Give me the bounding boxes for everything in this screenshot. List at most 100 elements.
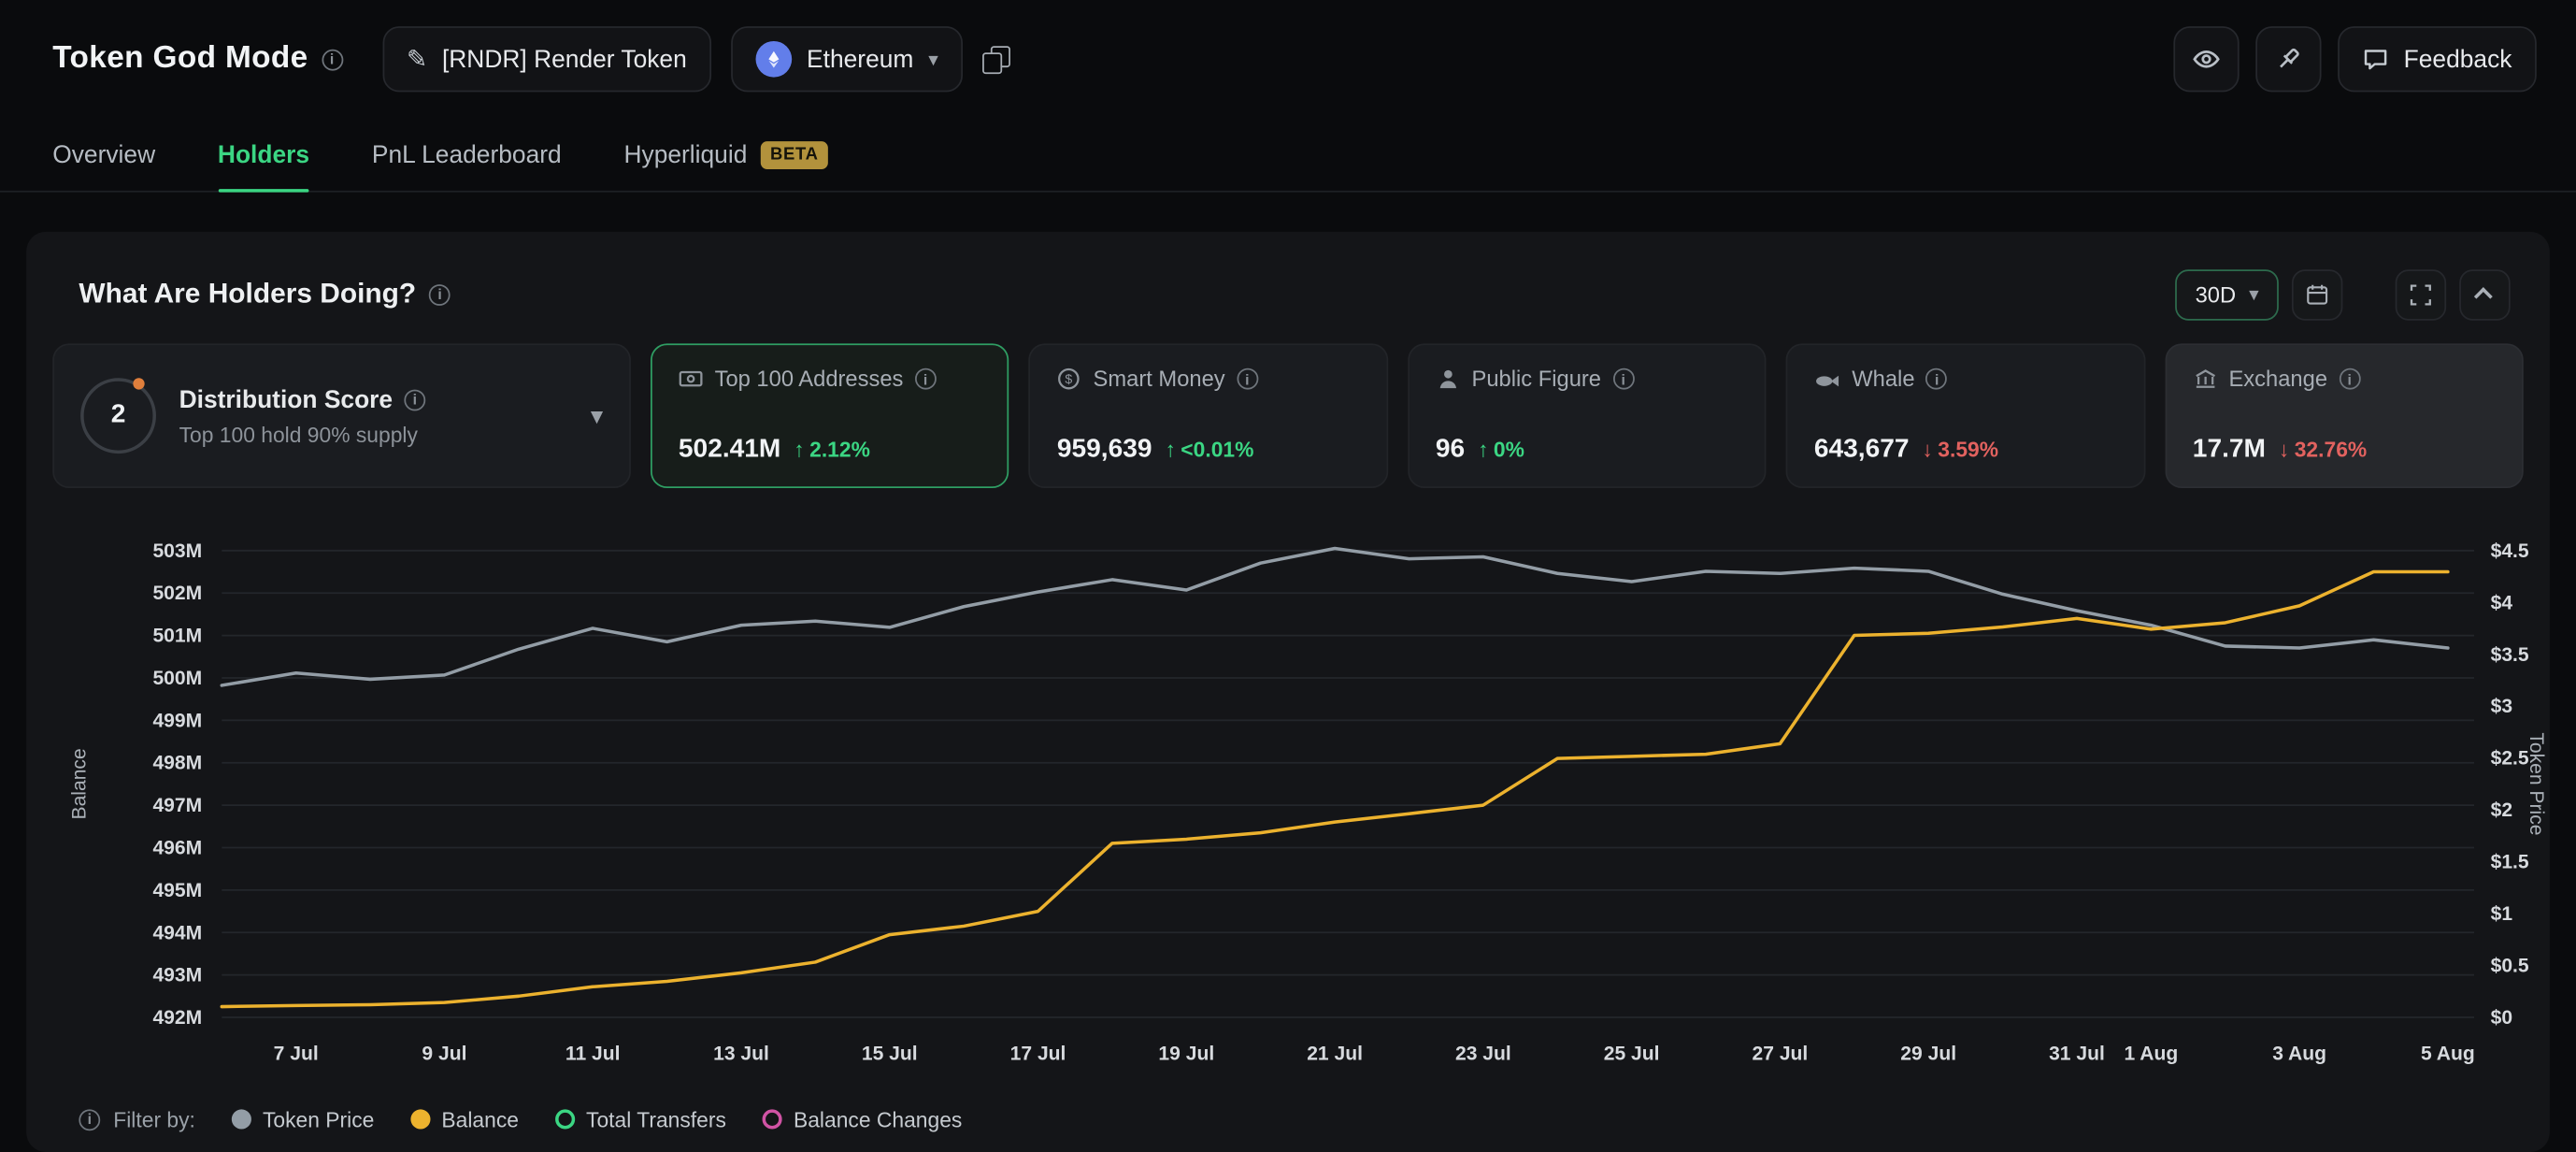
feedback-button[interactable]: Feedback [2338, 26, 2536, 92]
total-transfers-dot-icon [555, 1109, 575, 1129]
y-left-tick: 498M [152, 753, 202, 774]
stat-card-top-100-addresses[interactable]: Top 100 Addresses 502.41M ↑2.12% [651, 343, 1009, 488]
chevron-down-icon [928, 50, 938, 69]
left-axis-title: Balance [68, 748, 90, 819]
tab-label: Holders [218, 140, 309, 168]
beta-badge: BETA [760, 140, 828, 168]
y-left-tick: 502M [152, 583, 202, 604]
tab-overview[interactable]: Overview [52, 119, 155, 191]
balance-changes-dot-icon [763, 1109, 782, 1129]
info-icon[interactable] [915, 368, 937, 390]
y-left-tick: 501M [152, 626, 202, 647]
watch-button[interactable] [2174, 26, 2240, 92]
arrow-icon: ↑ [794, 438, 804, 462]
copy-icon[interactable] [982, 45, 1010, 73]
info-icon[interactable] [1926, 368, 1948, 390]
balance-line [222, 571, 2448, 1006]
info-icon[interactable] [79, 1109, 100, 1130]
legend-label: Balance Changes [794, 1107, 962, 1131]
chart-canvas[interactable]: 503M502M501M500M499M498M497M496M495M494M… [26, 511, 2550, 1077]
y-left-tick: 492M [152, 1007, 202, 1029]
token-selector-button[interactable]: [RNDR] Render Token [382, 26, 711, 92]
panel-title: What Are Holders Doing? [79, 278, 416, 310]
chain-selector-button[interactable]: Ethereum [731, 26, 963, 92]
balance-dot-icon [410, 1109, 430, 1129]
y-right-tick: $2.5 [2491, 748, 2529, 770]
tab-label: PnL Leaderboard [372, 140, 562, 168]
legend-balance-changes[interactable]: Balance Changes [763, 1107, 963, 1131]
arrow-icon: ↑ [1166, 438, 1176, 462]
tab-label: Hyperliquid [623, 140, 747, 168]
collapse-button[interactable] [2459, 268, 2510, 319]
pin-button[interactable] [2255, 26, 2321, 92]
y-left-tick: 499M [152, 710, 202, 731]
distribution-score-value: 2 [111, 401, 126, 431]
stat-card-value: 502.41M [679, 436, 780, 466]
fullscreen-button[interactable] [2396, 268, 2446, 319]
x-tick: 27 Jul [1753, 1044, 1809, 1065]
x-tick: 9 Jul [422, 1044, 466, 1065]
chevron-down-icon[interactable] [591, 404, 603, 428]
stat-card-public-figure[interactable]: Public Figure 96 ↑0% [1408, 343, 1767, 488]
y-right-tick: $1 [2491, 903, 2513, 925]
calendar-icon [2305, 281, 2329, 306]
tab-pnl-leaderboard[interactable]: PnL Leaderboard [372, 119, 562, 191]
tab-hyperliquid[interactable]: Hyperliquid BETA [623, 119, 828, 191]
legend-total-transfers[interactable]: Total Transfers [555, 1107, 726, 1131]
info-icon[interactable] [404, 389, 425, 410]
smart-money-coin-icon: $ [1057, 367, 1081, 391]
x-tick: 13 Jul [713, 1044, 769, 1065]
pin-icon [2275, 45, 2303, 73]
info-icon[interactable] [1237, 368, 1258, 390]
y-right-tick: $4 [2491, 592, 2513, 613]
stat-card-change: ↓3.59% [1923, 438, 1999, 462]
y-right-tick: $0.5 [2491, 956, 2529, 977]
stat-card-value: 643,677 [1814, 436, 1910, 466]
svg-text:$: $ [1066, 371, 1073, 386]
legend-label: Balance [441, 1107, 519, 1131]
distribution-score-subtitle: Top 100 hold 90% supply [179, 422, 568, 446]
ethereum-icon [756, 41, 793, 78]
distribution-score-title: Distribution Score [179, 385, 394, 413]
stat-card-whale[interactable]: Whale 643,677 ↓3.59% [1786, 343, 2145, 488]
bank-icon [2193, 367, 2217, 391]
legend-balance[interactable]: Balance [410, 1107, 519, 1131]
chain-selector-label: Ethereum [807, 45, 913, 73]
info-icon[interactable] [322, 49, 343, 70]
stat-card-value: 959,639 [1057, 436, 1152, 466]
calendar-button[interactable] [2292, 268, 2342, 319]
page-title: Token God Mode [52, 41, 308, 78]
x-tick: 11 Jul [565, 1044, 621, 1065]
date-range-dropdown[interactable]: 30D [2175, 268, 2278, 319]
x-tick: 25 Jul [1604, 1044, 1660, 1065]
y-right-tick: $4.5 [2491, 540, 2529, 562]
info-icon[interactable] [2339, 368, 2360, 390]
person-icon [1436, 367, 1460, 391]
filter-by-label: Filter by: [113, 1107, 195, 1131]
legend-token-price[interactable]: Token Price [232, 1107, 375, 1131]
tab-holders[interactable]: Holders [218, 119, 309, 191]
stat-card-label: Exchange [2228, 367, 2327, 391]
eye-icon [2192, 44, 2222, 74]
chevron-down-icon [2249, 284, 2259, 304]
x-tick: 1 Aug [2124, 1044, 2178, 1065]
holders-balance-price-chart[interactable]: 503M502M501M500M499M498M497M496M495M494M… [26, 511, 2550, 1077]
stat-card-label: Top 100 Addresses [715, 367, 904, 391]
token-price-dot-icon [232, 1109, 251, 1129]
stat-card-change: ↑<0.01% [1166, 438, 1254, 462]
y-right-tick: $1.5 [2491, 852, 2529, 873]
info-icon[interactable] [1612, 368, 1634, 390]
y-right-tick: $2 [2491, 799, 2512, 821]
y-right-tick: $3.5 [2491, 644, 2529, 666]
arrow-icon: ↑ [1478, 438, 1488, 462]
y-left-tick: 496M [152, 837, 202, 858]
stat-card-smart-money[interactable]: $ Smart Money 959,639 ↑<0.01% [1029, 343, 1388, 488]
banknote-icon [679, 367, 703, 391]
stat-card-label: Public Figure [1472, 367, 1601, 391]
info-icon[interactable] [429, 283, 451, 305]
stat-card-value: 17.7M [2193, 436, 2266, 466]
stat-card-exchange[interactable]: Exchange 17.7M ↓32.76% [2165, 343, 2524, 488]
stat-card-label: Whale [1852, 367, 1914, 391]
legend-label: Token Price [263, 1107, 374, 1131]
distribution-score-card[interactable]: 2 Distribution Score Top 100 hold 90% su… [52, 343, 631, 488]
